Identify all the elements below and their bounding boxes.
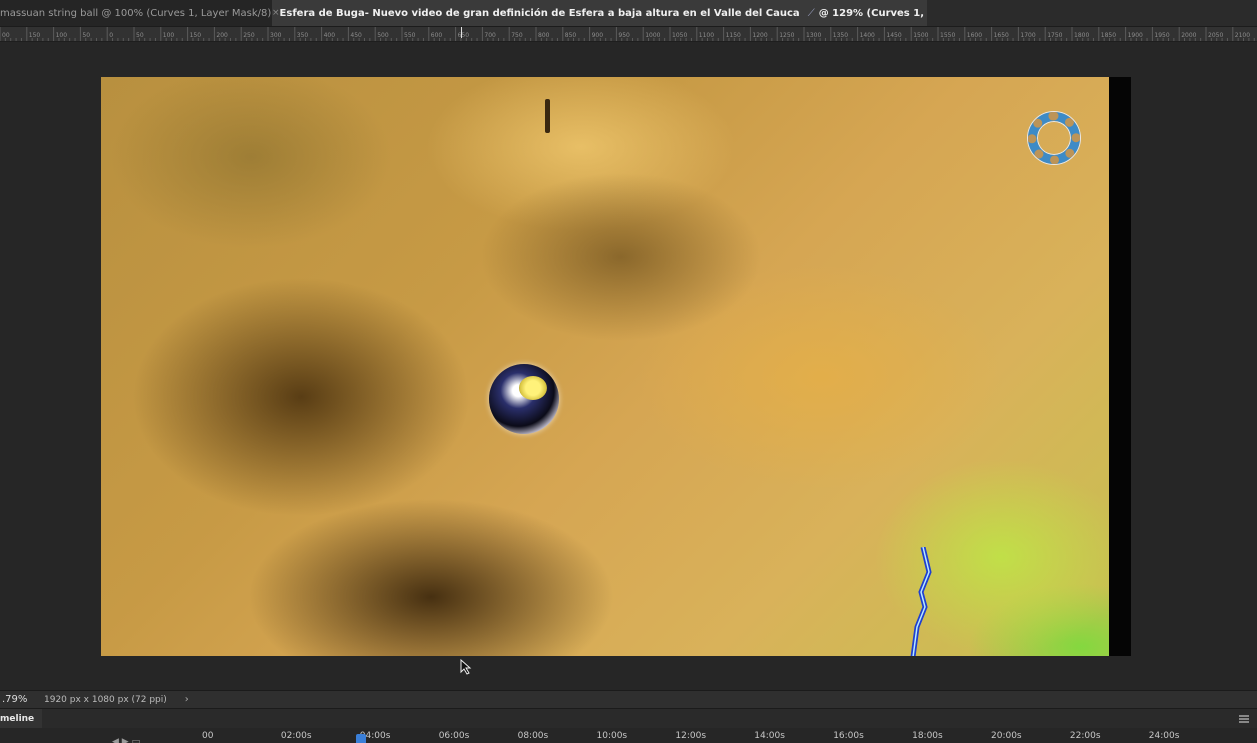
ruler-label: 1700	[1020, 32, 1035, 39]
ruler-label: 350	[297, 32, 309, 39]
ruler-label: 2050	[1208, 32, 1223, 39]
timeline-tick-label: 08:00s	[517, 731, 549, 741]
ruler-label: 1050	[672, 32, 687, 39]
document-dimensions[interactable]: 1920 px x 1080 px (72 ppi)	[44, 695, 167, 705]
timeline-panel-header: meline	[0, 708, 1257, 729]
timeline-tick-label: 00	[202, 731, 214, 741]
ruler-ticks: 00 150 100 50 0 50 100 150 200 250 300 350 400 450 500…	[0, 27, 1255, 41]
mouse-pointer-icon	[460, 659, 472, 675]
timeline-tick-label: 22:00s	[1069, 731, 1101, 741]
timeline-time-ruler[interactable]: 00 02:00s 04:00s 06:00s 08:00s 10:00s 12:00s 14…	[0, 728, 1257, 743]
ruler-label: 150	[29, 32, 41, 39]
timeline-tick-label: 18:00s	[912, 731, 943, 741]
tab-massuan-string-ball[interactable]: massuan string ball @ 100% (Curves 1, La…	[0, 0, 272, 26]
ruler-label: 1550	[940, 32, 955, 39]
ruler-label: 600	[431, 32, 443, 39]
ring-object	[1028, 112, 1080, 164]
ruler-cursor-marker	[461, 27, 462, 38]
ruler-label: 800	[538, 32, 550, 39]
glowing-sphere	[489, 364, 559, 434]
timeline-tick-label: 14:00s	[754, 731, 785, 741]
ruler-label: 1000	[645, 32, 660, 39]
ruler-label: 150	[190, 32, 202, 39]
ruler-label: 850	[565, 32, 577, 39]
ruler-label: 400	[324, 32, 336, 39]
ruler-label: 1450	[886, 32, 901, 39]
ruler-label: 1600	[967, 32, 982, 39]
tab-esfera-de-buga[interactable]: × Esfera de Buga- Nuevo video de gran de…	[272, 0, 927, 26]
ruler-label: 00	[2, 32, 10, 39]
ruler-label: 1800	[1074, 32, 1089, 39]
tab-title: massuan string ball @ 100% (Curves 1, La…	[0, 7, 272, 19]
status-bar: .79% 1920 px x 1080 px (72 ppi) ›	[0, 690, 1257, 708]
ruler-label: 1400	[860, 32, 875, 39]
ruler-label: 1750	[1047, 32, 1062, 39]
ruler-label: 650	[458, 32, 470, 39]
close-icon[interactable]: ×	[272, 8, 280, 18]
timeline-tick-label: 16:00s	[833, 731, 864, 741]
ruler-label: 550	[404, 32, 416, 39]
ruler-label: 2100	[1235, 32, 1250, 39]
timeline-tick-label: 02:00s	[280, 731, 312, 741]
chevron-right-icon[interactable]: ›	[185, 694, 189, 705]
timeline-tab[interactable]: meline	[0, 708, 43, 729]
ruler-label: 200	[216, 32, 228, 39]
horizontal-ruler[interactable]: 00 150 100 50 0 50 100 150 200 250 300 350 400 450 500…	[0, 27, 1257, 42]
ruler-label: 1200	[752, 32, 767, 39]
ruler-label: 1100	[699, 32, 714, 39]
tab-title: Esfera de Buga- Nuevo video de gran defi…	[279, 7, 800, 19]
ruler-label: 1650	[994, 32, 1009, 39]
timeline-playhead[interactable]	[356, 734, 366, 743]
hamburger-menu-icon[interactable]	[1239, 715, 1249, 723]
ruler-label: 450	[350, 32, 362, 39]
ruler-label: 750	[511, 32, 523, 39]
ruler-label: 1950	[1154, 32, 1169, 39]
ruler-label: 100	[163, 32, 175, 39]
ruler-label: 500	[377, 32, 389, 39]
ruler-label: 100	[56, 32, 68, 39]
timeline-controls[interactable]: ◀ ▶ ▭	[112, 737, 140, 743]
timeline-tick-label: 06:00s	[438, 731, 470, 741]
ruler-label: 2000	[1181, 32, 1196, 39]
ruler-label: 1350	[833, 32, 848, 39]
ruler-label: 1250	[779, 32, 794, 39]
canvas-black-edge	[1109, 77, 1131, 656]
ruler-label: 950	[618, 32, 630, 39]
pin-icon: ⟋	[807, 7, 815, 19]
tab-suffix: @ 129% (Curves 1, Layer Mask/8) *	[818, 7, 927, 19]
dark-speck	[545, 99, 550, 133]
ruler-label: 1150	[726, 32, 741, 39]
zoom-level[interactable]: .79%	[0, 694, 38, 705]
timeline-tick-label: 20:00s	[991, 731, 1022, 741]
ruler-label: 700	[484, 32, 496, 39]
canvas-workspace[interactable]	[0, 42, 1257, 690]
ruler-label: 1850	[1101, 32, 1116, 39]
ruler-label: 250	[243, 32, 255, 39]
timeline-tick-label: 12:00s	[675, 731, 707, 741]
document-canvas[interactable]	[101, 77, 1109, 656]
ruler-label: 0	[109, 32, 113, 39]
ruler-label: 50	[136, 32, 144, 39]
ruler-label: 1300	[806, 32, 821, 39]
ruler-label: 1900	[1128, 32, 1143, 39]
sphere-highlight	[519, 376, 547, 400]
ruler-label: 1500	[913, 32, 928, 39]
ruler-label: 300	[270, 32, 282, 39]
ruler-label: 900	[592, 32, 604, 39]
blue-streak	[910, 547, 932, 656]
timeline-tick-label: 10:00s	[596, 731, 628, 741]
document-tab-bar: massuan string ball @ 100% (Curves 1, La…	[0, 0, 1257, 27]
ruler-label: 50	[82, 32, 90, 39]
timeline-tick-label: 24:00s	[1148, 731, 1180, 741]
